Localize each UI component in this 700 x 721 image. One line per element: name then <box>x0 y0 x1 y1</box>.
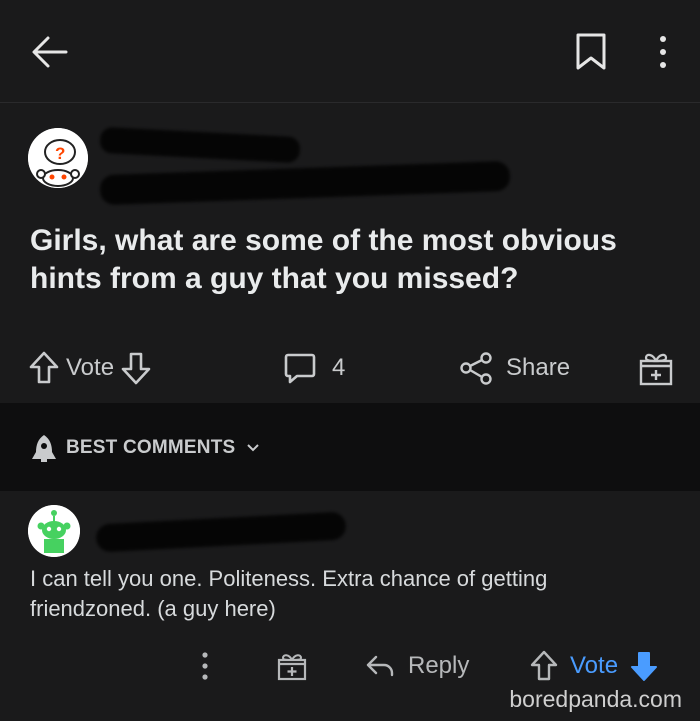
post-action-bar: Vote 4 Share <box>0 340 700 400</box>
award-button[interactable] <box>638 340 674 396</box>
subreddit-avatar[interactable]: ? <box>28 128 88 188</box>
bookmark-icon[interactable] <box>574 32 608 72</box>
sort-label: BEST COMMENTS <box>66 437 236 458</box>
reply-arrow-icon <box>364 652 396 680</box>
reply-label: Reply <box>408 652 470 679</box>
post-vote-label: Vote <box>66 354 115 381</box>
share-button[interactable]: Share <box>458 340 576 396</box>
chevron-down-icon <box>245 442 261 454</box>
comment-sort-bar: BEST COMMENTS <box>0 403 700 491</box>
comment-vote-control: Vote <box>528 640 660 692</box>
downvote-arrow-icon[interactable] <box>120 350 152 386</box>
comment-count: 4 <box>332 354 346 381</box>
reply-button[interactable]: Reply <box>364 640 469 692</box>
gift-award-icon <box>276 650 308 682</box>
back-arrow-icon[interactable] <box>28 30 72 74</box>
share-icon <box>458 350 494 386</box>
comment-body: I can tell you one. Politeness. Extra ch… <box>30 566 548 621</box>
comment-bubble-icon <box>282 350 318 386</box>
share-label: Share <box>506 354 571 381</box>
downvote-arrow-icon[interactable] <box>628 649 660 683</box>
upvote-arrow-icon[interactable] <box>528 649 560 683</box>
more-options-icon[interactable] <box>648 32 678 72</box>
comments-button[interactable]: 4 <box>282 340 351 396</box>
post-vote-control: Vote <box>28 340 152 396</box>
gift-award-icon <box>638 349 674 387</box>
comment-action-bar: Reply Vote <box>0 640 700 692</box>
watermark-text: boredpanda.com <box>509 686 682 712</box>
upvote-arrow-icon[interactable] <box>28 350 60 386</box>
more-options-icon <box>196 650 214 682</box>
top-app-bar <box>0 0 700 103</box>
commenter-avatar[interactable] <box>28 505 80 557</box>
post-title: Girls, what are some of the most obvious… <box>30 224 617 295</box>
rocket-icon <box>30 433 58 463</box>
comment-more-options[interactable] <box>196 640 214 692</box>
comment-vote-label: Vote <box>570 652 619 679</box>
comment-award-button[interactable] <box>276 640 308 692</box>
sort-comments-dropdown[interactable]: BEST COMMENTS <box>30 433 261 463</box>
svg-text:?: ? <box>55 144 65 163</box>
